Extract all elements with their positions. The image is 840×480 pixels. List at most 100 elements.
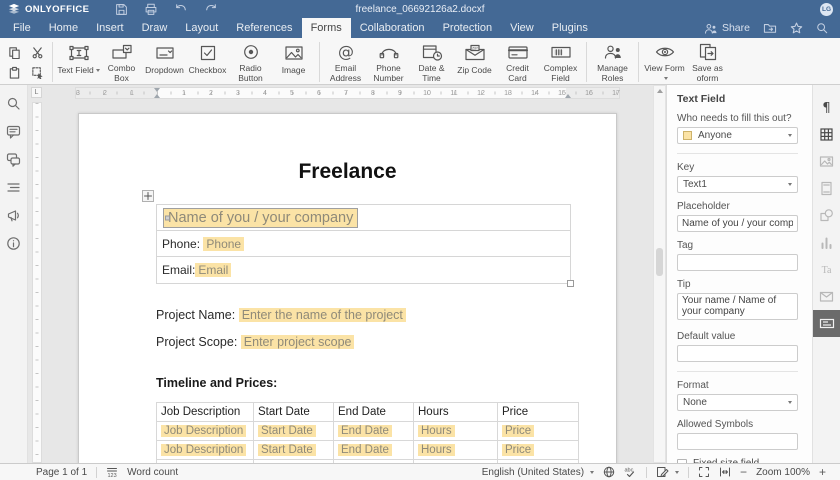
name-text-field[interactable]: Name of you / your company bbox=[163, 208, 358, 228]
redo-icon[interactable] bbox=[204, 3, 218, 15]
complex-field-button[interactable]: Complex Field bbox=[539, 41, 582, 83]
price-table-row[interactable]: Job Description Start Date End Date Hour… bbox=[157, 422, 579, 441]
word-count-label[interactable]: Word count bbox=[127, 467, 178, 478]
chat-icon[interactable] bbox=[6, 152, 21, 167]
table-move-handle[interactable] bbox=[142, 190, 154, 202]
favorite-star-icon[interactable] bbox=[790, 22, 803, 34]
tab-file[interactable]: File bbox=[4, 18, 40, 38]
left-indent-marker[interactable] bbox=[154, 94, 160, 98]
copy-icon[interactable] bbox=[6, 43, 22, 61]
allowed-symbols-input[interactable] bbox=[677, 433, 798, 450]
zip-code-button[interactable]: ZIP Zip Code bbox=[453, 41, 496, 83]
about-icon[interactable] bbox=[6, 236, 21, 251]
default-value-input[interactable] bbox=[677, 345, 798, 362]
save-as-oform-button[interactable]: Save as oform bbox=[686, 41, 729, 83]
word-count-icon[interactable]: 123 bbox=[106, 466, 118, 478]
set-language-globe-icon[interactable] bbox=[603, 466, 615, 478]
zoom-out-button[interactable]: − bbox=[740, 466, 747, 478]
scrollbar-thumb[interactable] bbox=[656, 248, 663, 276]
form-settings-icon[interactable] bbox=[813, 310, 840, 337]
tab-plugins[interactable]: Plugins bbox=[543, 18, 597, 38]
form-field[interactable]: Hours bbox=[418, 444, 455, 456]
form-field[interactable]: End Date bbox=[338, 444, 392, 456]
right-indent-marker[interactable] bbox=[565, 94, 571, 98]
checkbox-button[interactable]: Checkbox bbox=[186, 41, 229, 83]
table-row[interactable]: Phone: Phone bbox=[157, 231, 570, 257]
fit-page-icon[interactable] bbox=[698, 466, 710, 478]
find-icon[interactable] bbox=[6, 96, 21, 111]
key-select[interactable]: Text1 bbox=[677, 176, 798, 193]
price-table[interactable]: Job Description Start Date End Date Hour… bbox=[156, 402, 579, 463]
credit-card-button[interactable]: Credit Card bbox=[496, 41, 539, 83]
scroll-up-arrow-icon[interactable] bbox=[657, 89, 663, 93]
first-line-indent-marker[interactable] bbox=[154, 88, 160, 92]
spellcheck-icon[interactable]: abc bbox=[624, 466, 637, 478]
track-changes-button[interactable] bbox=[656, 466, 679, 478]
form-field[interactable]: Job Description bbox=[161, 444, 246, 456]
who-fills-select[interactable]: Anyone bbox=[677, 127, 798, 144]
paragraph-settings-icon[interactable]: ¶ bbox=[813, 94, 840, 121]
tab-layout[interactable]: Layout bbox=[176, 18, 227, 38]
user-avatar[interactable]: LG bbox=[820, 3, 833, 16]
comments-icon[interactable] bbox=[6, 124, 21, 139]
tab-forms[interactable]: Forms bbox=[302, 18, 351, 38]
phone-number-button[interactable]: Phone Number bbox=[367, 41, 410, 83]
project-scope-field[interactable]: Enter project scope bbox=[241, 335, 355, 349]
document-heading[interactable]: Freelance bbox=[79, 160, 616, 184]
tab-view[interactable]: View bbox=[501, 18, 543, 38]
date-time-button[interactable]: Date & Time bbox=[410, 41, 453, 83]
tab-stop-selector[interactable]: L bbox=[31, 87, 42, 98]
project-name-field[interactable]: Enter the name of the project bbox=[239, 308, 406, 322]
name-placeholder[interactable]: Name of you / your company bbox=[164, 209, 357, 227]
table-resize-handle[interactable] bbox=[567, 280, 574, 287]
share-button[interactable]: Share bbox=[704, 22, 750, 34]
horizontal-ruler[interactable]: 3211234567891011121314151617 bbox=[75, 87, 620, 99]
text-field-button[interactable]: Text Field bbox=[57, 41, 100, 83]
tab-protection[interactable]: Protection bbox=[434, 18, 502, 38]
table-settings-icon[interactable] bbox=[813, 121, 840, 148]
tab-collaboration[interactable]: Collaboration bbox=[351, 18, 434, 38]
open-file-location-icon[interactable] bbox=[763, 22, 777, 34]
feedback-icon[interactable] bbox=[6, 208, 21, 223]
combo-box-button[interactable]: Combo Box bbox=[100, 41, 143, 83]
page-number-label[interactable]: Page 1 of 1 bbox=[36, 467, 87, 478]
phone-text-field[interactable]: Phone bbox=[203, 237, 244, 251]
table-row[interactable]: Email:Email bbox=[157, 257, 570, 283]
email-address-button[interactable]: @ Email Address bbox=[324, 41, 367, 83]
dropdown-button[interactable]: Dropdown bbox=[143, 41, 186, 83]
tab-insert[interactable]: Insert bbox=[87, 18, 133, 38]
tag-input[interactable] bbox=[677, 254, 798, 271]
tab-references[interactable]: References bbox=[227, 18, 301, 38]
form-field[interactable]: Hours bbox=[418, 425, 455, 437]
document-language-button[interactable]: English (United States) bbox=[482, 467, 594, 478]
radio-button-button[interactable]: Radio Button bbox=[229, 41, 272, 83]
form-field[interactable]: Price bbox=[502, 444, 534, 456]
tab-home[interactable]: Home bbox=[40, 18, 87, 38]
view-form-button[interactable]: View Form bbox=[643, 41, 686, 83]
tip-input[interactable]: Your name / Name of your company bbox=[677, 293, 798, 320]
save-icon[interactable] bbox=[115, 3, 128, 16]
form-field[interactable]: Price bbox=[502, 425, 534, 437]
manage-roles-button[interactable]: Manage Roles bbox=[591, 41, 634, 83]
navigation-icon[interactable] bbox=[6, 180, 21, 195]
form-field[interactable]: Start Date bbox=[258, 444, 316, 456]
format-select[interactable]: None bbox=[677, 394, 798, 411]
table-row[interactable]: Name of you / your company bbox=[157, 205, 570, 231]
zoom-in-button[interactable]: + bbox=[819, 466, 826, 478]
price-table-row[interactable]: Job Description Start Date End Date Hour… bbox=[157, 441, 579, 460]
form-field[interactable]: Start Date bbox=[258, 425, 316, 437]
print-icon[interactable] bbox=[144, 3, 158, 16]
undo-icon[interactable] bbox=[174, 3, 188, 15]
form-field[interactable]: End Date bbox=[338, 425, 392, 437]
placeholder-input[interactable] bbox=[677, 215, 798, 232]
tab-draw[interactable]: Draw bbox=[133, 18, 177, 38]
document-page[interactable]: Freelance Name of you / your company Pho… bbox=[78, 113, 617, 463]
paste-icon[interactable] bbox=[6, 63, 22, 81]
search-icon[interactable] bbox=[816, 22, 828, 34]
image-button[interactable]: Image bbox=[272, 41, 315, 83]
cut-icon[interactable] bbox=[29, 43, 45, 61]
vertical-scrollbar[interactable] bbox=[653, 85, 666, 463]
vertical-ruler[interactable] bbox=[32, 102, 42, 463]
email-text-field[interactable]: Email bbox=[195, 263, 231, 277]
form-field[interactable]: Job Description bbox=[161, 425, 246, 437]
